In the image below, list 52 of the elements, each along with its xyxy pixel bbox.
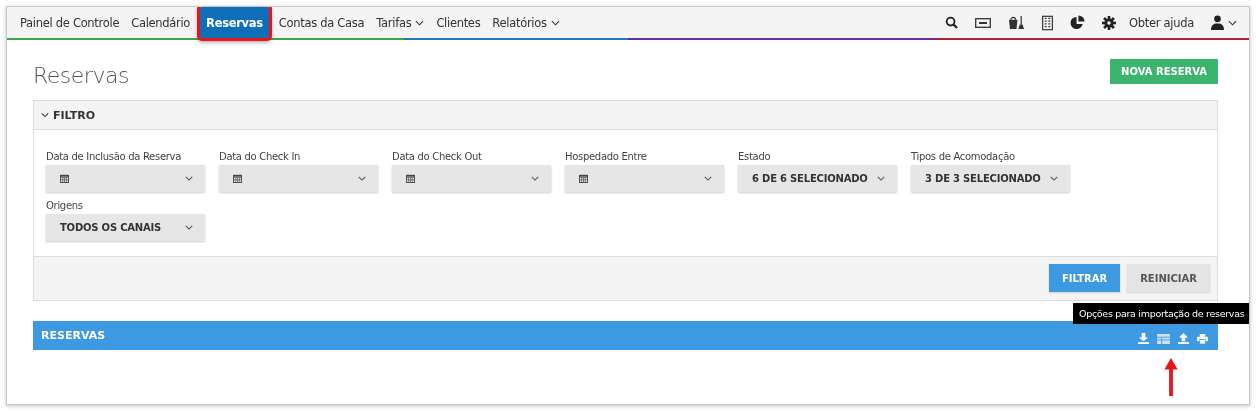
user-icon	[1211, 15, 1224, 30]
field-label: Estado	[738, 151, 772, 162]
reset-button[interactable]: REINICIAR	[1127, 264, 1210, 292]
bucket-broom-icon[interactable]	[1008, 15, 1026, 30]
table-icon[interactable]	[1157, 333, 1170, 344]
select-dropdown[interactable]: TODOS OS CANAIS	[46, 214, 205, 241]
caret-icon	[185, 176, 193, 181]
card-icon[interactable]	[975, 17, 992, 28]
field-label: Hospedado Entre	[565, 151, 648, 162]
page-title: Reservas	[33, 63, 129, 88]
tooltip: Opções para importação de reservas	[1073, 302, 1249, 324]
nav-tab[interactable]: Relatórios	[486, 7, 566, 38]
settings-icon[interactable]	[1102, 15, 1117, 30]
nav-tab[interactable]: Reservas	[200, 7, 269, 38]
caret-icon	[358, 176, 366, 181]
nav-tab[interactable]: Clientes	[430, 7, 487, 38]
print-icon[interactable]	[1197, 333, 1208, 344]
nav-tab[interactable]: Tarifas	[370, 7, 431, 38]
select-dropdown[interactable]: 6 DE 6 SELECIONADO	[738, 165, 897, 192]
calendar-icon	[60, 174, 69, 183]
caret-icon	[877, 176, 885, 181]
user-menu[interactable]	[1211, 15, 1237, 30]
calendar-icon	[579, 174, 588, 183]
field-label: Data do Check In	[219, 151, 302, 162]
chevron-icon	[41, 112, 49, 118]
results-title: RESERVAS	[41, 329, 106, 342]
caret-icon	[185, 225, 193, 230]
caret-icon	[704, 176, 712, 181]
download-icon[interactable]	[1138, 333, 1149, 344]
search-icon[interactable]	[945, 16, 959, 29]
filter-header[interactable]: FILTRO	[34, 101, 1217, 130]
annotation-arrow-drawing	[1163, 358, 1179, 396]
select-dropdown[interactable]: 3 DE 3 SELECIONADO	[911, 165, 1070, 192]
caret-icon	[550, 19, 560, 26]
field-label: Tipos de Acomodação	[911, 151, 1016, 162]
help-link[interactable]: Obter ajuda	[1129, 15, 1194, 30]
caret-icon	[1228, 19, 1237, 26]
nav-tab[interactable]: Calendário	[125, 7, 197, 38]
pie-chart-icon[interactable]	[1070, 15, 1086, 30]
nav-tab[interactable]: Contas da Casa	[272, 7, 371, 38]
field-label: Data de Inclusão da Reserva	[46, 151, 182, 162]
building-icon[interactable]	[1042, 14, 1054, 31]
caret-icon	[415, 19, 425, 26]
calendar-icon	[233, 174, 242, 183]
field-label: Origens	[46, 200, 84, 211]
caret-icon	[1050, 176, 1058, 181]
caret-icon	[531, 176, 539, 181]
nav-tab[interactable]: Painel de Controle	[14, 7, 126, 38]
calendar-icon	[406, 174, 415, 183]
upload-icon[interactable]	[1178, 333, 1189, 344]
filter-title: FILTRO	[53, 108, 96, 122]
field-label: Data do Check Out	[392, 151, 483, 162]
